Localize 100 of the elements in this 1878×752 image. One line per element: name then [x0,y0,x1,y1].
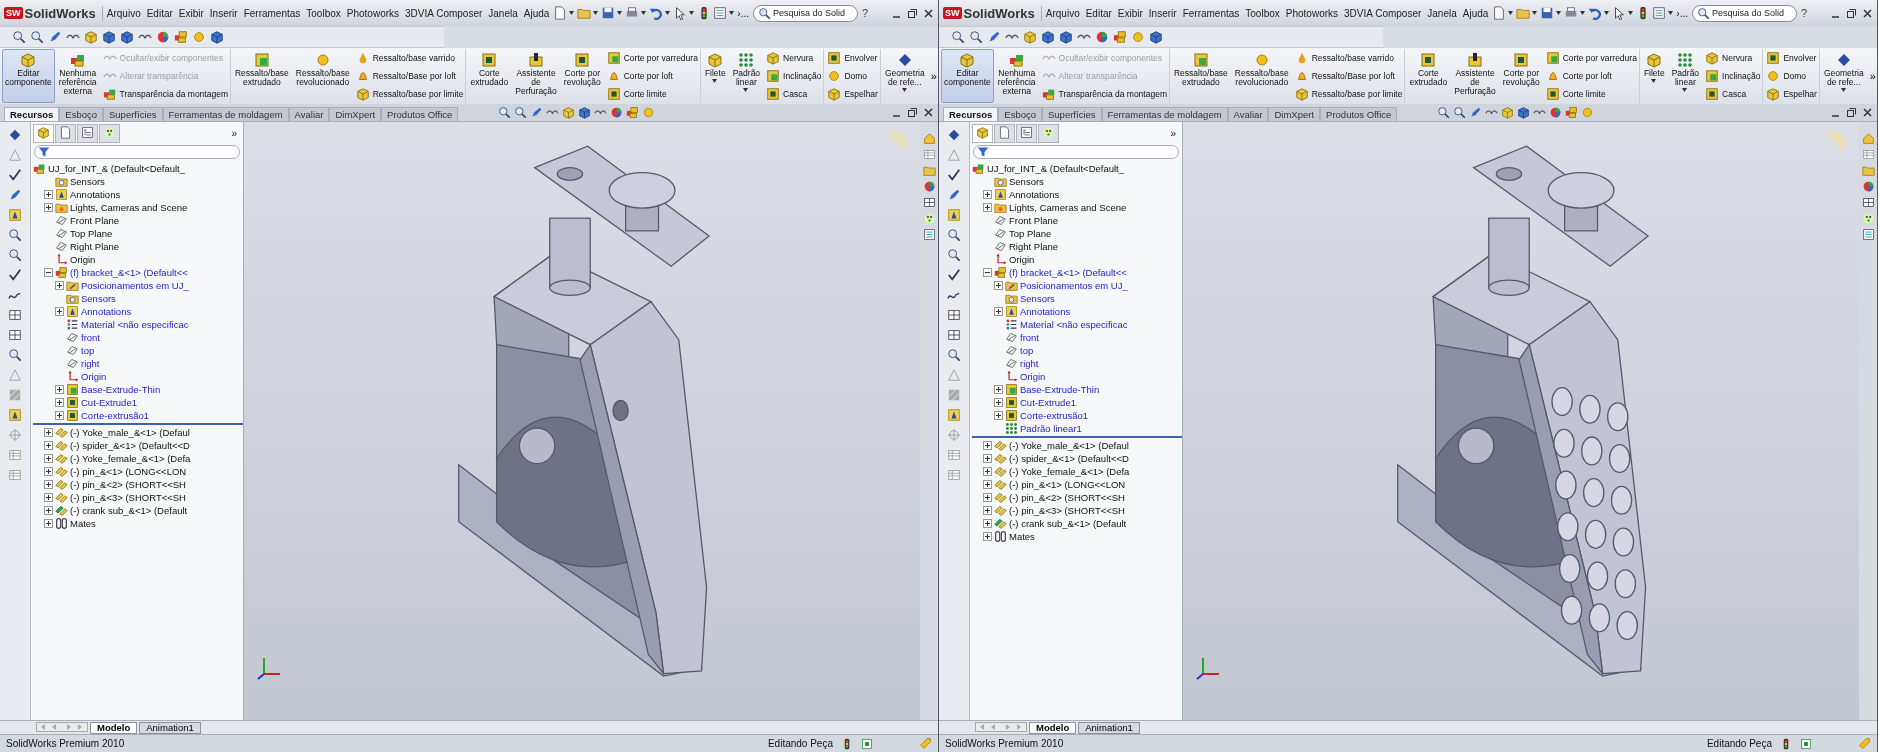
command-button[interactable]: Corte extrudado [1406,49,1451,103]
command-button[interactable]: Padrão linear [1668,49,1703,103]
tab[interactable]: Produtos Office [381,107,459,121]
tab[interactable]: Avaliar [288,107,330,121]
more-button[interactable]: » [1867,70,1878,82]
tab[interactable]: Recursos [943,107,999,121]
tree-item[interactable]: Annotations [81,306,132,317]
menu-item[interactable]: Editar [146,7,173,19]
search-field[interactable]: Pesquisa do Solid [753,4,858,22]
tree-item[interactable]: Top Plane [1009,228,1052,239]
command-button[interactable]: Ressalto/base por limite [1294,87,1403,101]
tree-item[interactable]: Base-Extrude-Thin [1020,384,1100,395]
menu-item[interactable]: Janela [1427,7,1457,19]
command-button[interactable]: Ressalto/Base por loft [1294,69,1403,83]
command-button[interactable]: Transparência da montagem [1041,87,1167,101]
tree-item[interactable]: Mates [1009,531,1035,542]
tree-item[interactable]: Cut-Extrude1 [81,397,137,408]
tree-item[interactable]: (-) pin_&<3> (SHORT<<SH [1009,505,1125,516]
tree-item[interactable]: (-) Yoke_male_&<1> (Defaul [1009,440,1129,451]
command-button[interactable]: Ressalto/base varrido [1294,51,1403,65]
tab[interactable]: Esboço [59,107,103,121]
tree-item[interactable]: Annotations [70,189,121,200]
tree-item[interactable]: Padrão linear1 [1020,423,1082,434]
tree-item[interactable]: Front Plane [70,215,120,226]
menu-item[interactable]: Inserir [1148,7,1177,19]
tree-item[interactable]: top [1020,345,1034,356]
tab[interactable]: Modelo [1029,721,1077,734]
command-button[interactable]: Casca [766,87,822,101]
command-button[interactable]: Corte por revolução [1499,49,1543,103]
tree-item[interactable]: Origin [1009,254,1035,265]
command-button[interactable]: Geometria de refe... [881,49,928,103]
tree-item[interactable]: Cut-Extrude1 [1020,397,1076,408]
menu-item[interactable]: 3DVIA Composer [405,7,483,19]
command-button[interactable]: Corte limite [606,87,698,101]
tree-item[interactable]: (-) spider_&<1> (Default<<D [1009,453,1129,464]
command-button[interactable]: Corte por varredura [606,51,698,65]
tree-item[interactable]: Material <não especificac [81,319,189,330]
more-button[interactable]: ›... [737,7,749,19]
tree-item[interactable]: Origin [70,254,96,265]
command-button[interactable]: Geometria de refe... [1820,49,1867,103]
tree-item[interactable]: (-) Yoke_female_&<1> (Defa [70,453,191,464]
menu-item[interactable]: Photoworks [346,7,400,19]
more-button[interactable]: » [928,70,939,82]
tree-item[interactable]: UJ_for_INT_& (Default<Default_ [987,163,1125,174]
tab[interactable]: Ferramentas de moldagem [1101,107,1228,121]
tree-item[interactable]: Right Plane [70,241,120,252]
command-button[interactable]: Filete [701,49,729,103]
tree-item[interactable]: Top Plane [70,228,113,239]
tree-item[interactable]: Corte-extrusão1 [1020,410,1089,421]
tree-item[interactable]: Sensors [1009,176,1044,187]
tree-item[interactable]: Annotations [1009,189,1060,200]
command-button[interactable]: Envolver [827,51,878,65]
menu-item[interactable]: Arquivo [1045,7,1080,19]
menu-item[interactable]: Ferramentas [1182,7,1240,19]
menu-item[interactable]: Photoworks [1285,7,1339,19]
command-button[interactable]: Inclinação [1705,69,1761,83]
command-button[interactable]: Corte por revolução [560,49,604,103]
tree-item[interactable]: (-) pin_&<2> (SHORT<<SH [1009,492,1125,503]
tree-item[interactable]: (-) crank sub_&<1> (Default [70,505,188,516]
command-button[interactable]: Assistente de Perfuração [512,49,560,103]
command-button[interactable]: Padrão linear [729,49,764,103]
tree-item[interactable]: top [81,345,95,356]
tree-item[interactable]: (-) crank sub_&<1> (Default [1009,518,1127,529]
tree-item[interactable]: Material <não especificac [1020,319,1128,330]
tab[interactable]: Recursos [4,107,60,121]
tab[interactable]: DimXpert [1268,107,1321,121]
menu-item[interactable]: Arquivo [106,7,141,19]
tree-item[interactable]: (-) pin_&<3> (SHORT<<SH [70,492,186,503]
tree-item[interactable]: Sensors [81,293,116,304]
tab[interactable]: Produtos Office [1320,107,1398,121]
command-button[interactable]: Domo [827,69,878,83]
tab[interactable]: Esboço [998,107,1042,121]
command-button[interactable]: Corte por loft [1545,69,1637,83]
tree-item[interactable]: Annotations [1020,306,1071,317]
tree-item[interactable]: Right Plane [1009,241,1059,252]
command-button[interactable]: Espelhar [827,87,878,101]
tree-item[interactable]: Front Plane [1009,215,1059,226]
tree-item[interactable]: (f) bracket_&<1> (Default<< [70,267,188,278]
menu-item[interactable]: Editar [1085,7,1112,19]
tree-item[interactable]: (-) Yoke_male_&<1> (Defaul [70,427,190,438]
tab[interactable]: Animation1 [139,721,201,734]
command-button[interactable]: Assistente de Perfuração [1451,49,1499,103]
command-button[interactable]: Corte extrudado [467,49,512,103]
tab[interactable]: Avaliar [1227,107,1269,121]
command-button[interactable]: Editar componente [2,49,55,103]
tree-item[interactable]: (-) pin_&<1> (LONG<<LON [70,466,187,477]
tree-item[interactable]: (-) spider_&<1> (Default<<D [70,440,190,451]
command-button[interactable]: Ressalto/base varrido [355,51,464,65]
command-button[interactable]: Nervura [766,51,822,65]
command-button[interactable]: Ressalto/base extrudado [231,49,292,103]
command-button[interactable]: Filete [1640,49,1668,103]
tree-item[interactable]: (-) pin_&<2> (SHORT<<SH [70,479,186,490]
more-button[interactable]: » [231,128,241,139]
tree-item[interactable]: (-) pin_&<1> (LONG<<LON [1009,479,1126,490]
tree-item[interactable]: Corte-extrusão1 [81,410,150,421]
command-button[interactable]: Nenhuma referência externa [55,49,100,103]
tree-item[interactable]: right [81,358,100,369]
tree-item[interactable]: Lights, Cameras and Scene [1009,202,1127,213]
tree-item[interactable]: Sensors [70,176,105,187]
tree-item[interactable]: (f) bracket_&<1> (Default<< [1009,267,1127,278]
